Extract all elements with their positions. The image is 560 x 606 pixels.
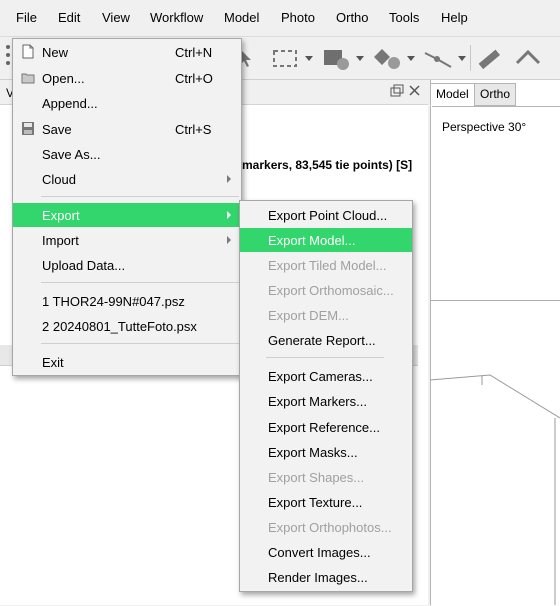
convert-images-label: Convert Images... bbox=[268, 545, 371, 560]
file-new-label: New bbox=[42, 45, 69, 60]
chevron-down-icon[interactable] bbox=[458, 56, 466, 61]
export-point-cloud[interactable]: Export Point Cloud... bbox=[240, 203, 412, 227]
file-save-as-label: Save As... bbox=[42, 147, 101, 162]
export-dem-label: Export DEM... bbox=[268, 308, 349, 323]
export-cameras-label: Export Cameras... bbox=[268, 369, 373, 384]
file-append[interactable]: Append... bbox=[13, 91, 241, 115]
tab-model[interactable]: Model bbox=[430, 83, 475, 106]
file-menu: New Ctrl+N Open... Ctrl+O Append... Save… bbox=[12, 38, 242, 376]
export-markers-label: Export Markers... bbox=[268, 394, 367, 409]
recent-file-2[interactable]: 2 20240801_TutteFoto.psx bbox=[13, 314, 241, 338]
export-reference[interactable]: Export Reference... bbox=[240, 415, 412, 439]
file-upload-label: Upload Data... bbox=[42, 258, 126, 273]
export-point-cloud-label: Export Point Cloud... bbox=[268, 208, 388, 223]
file-save-as[interactable]: Save As... bbox=[13, 142, 241, 166]
file-exit[interactable]: Exit bbox=[13, 350, 241, 374]
recent-file-2-label: 2 20240801_TutteFoto.psx bbox=[42, 319, 197, 334]
menu-separator bbox=[266, 357, 384, 358]
export-masks[interactable]: Export Masks... bbox=[240, 440, 412, 464]
ruler-line-icon[interactable] bbox=[423, 47, 453, 71]
file-append-label: Append... bbox=[42, 96, 98, 111]
convert-images[interactable]: Convert Images... bbox=[240, 540, 412, 564]
file-open-label: Open... bbox=[42, 71, 85, 86]
open-folder-icon bbox=[21, 73, 35, 84]
export-orthomosaic-label: Export Orthomosaic... bbox=[268, 283, 394, 298]
menu-model[interactable]: Model bbox=[224, 10, 259, 25]
export-shapes: Export Shapes... bbox=[240, 465, 412, 489]
export-masks-label: Export Masks... bbox=[268, 445, 358, 460]
file-import[interactable]: Import bbox=[13, 228, 241, 252]
file-cloud[interactable]: Cloud bbox=[13, 167, 241, 191]
render-images-label: Render Images... bbox=[268, 570, 368, 585]
chevron-down-icon[interactable] bbox=[407, 56, 415, 61]
menu-tools[interactable]: Tools bbox=[389, 10, 419, 25]
chevron-down-icon[interactable] bbox=[305, 56, 313, 61]
shape-draw-icon[interactable] bbox=[372, 47, 402, 71]
chevron-down-icon[interactable] bbox=[356, 56, 364, 61]
chunk-info: 4 markers, 83,545 tie points) [S] bbox=[232, 158, 413, 172]
projection-label: Perspective 30° bbox=[442, 120, 527, 134]
file-new-shortcut: Ctrl+N bbox=[175, 45, 213, 60]
export-dem: Export DEM... bbox=[240, 303, 412, 327]
export-submenu: Export Point Cloud... Export Model... Ex… bbox=[239, 200, 413, 592]
chevron-right-icon bbox=[227, 211, 231, 219]
export-tiled-model-label: Export Tiled Model... bbox=[268, 258, 387, 273]
file-save-shortcut: Ctrl+S bbox=[175, 122, 212, 137]
menu-separator bbox=[41, 343, 239, 344]
menu-photo[interactable]: Photo bbox=[281, 10, 315, 25]
menu-workflow[interactable]: Workflow bbox=[150, 10, 203, 25]
menu-view[interactable]: View bbox=[102, 10, 130, 25]
export-markers[interactable]: Export Markers... bbox=[240, 389, 412, 413]
menu-edit[interactable]: Edit bbox=[58, 10, 80, 25]
export-texture-label: Export Texture... bbox=[268, 495, 363, 510]
save-disk-icon bbox=[22, 122, 34, 135]
viewport-grid-lines bbox=[430, 374, 560, 605]
export-shapes-label: Export Shapes... bbox=[268, 470, 365, 485]
tab-ortho[interactable]: Ortho bbox=[474, 83, 517, 106]
recent-file-1-label: 1 THOR24-99N#047.psz bbox=[42, 294, 185, 309]
menu-ortho[interactable]: Ortho bbox=[336, 10, 369, 25]
render-images[interactable]: Render Images... bbox=[240, 565, 412, 589]
generate-report-label: Generate Report... bbox=[268, 333, 376, 348]
file-exit-label: Exit bbox=[42, 355, 64, 370]
file-upload-data[interactable]: Upload Data... bbox=[13, 253, 241, 277]
file-open-shortcut: Ctrl+O bbox=[175, 71, 213, 86]
rectangle-selection-icon[interactable] bbox=[272, 47, 298, 69]
file-save-label: Save bbox=[42, 122, 72, 137]
export-tiled-model: Export Tiled Model... bbox=[240, 253, 412, 277]
export-reference-label: Export Reference... bbox=[268, 420, 380, 435]
file-export-label: Export bbox=[42, 208, 80, 223]
chevron-up-icon[interactable] bbox=[514, 47, 542, 69]
toolbar-separator bbox=[470, 45, 471, 71]
menu-help[interactable]: Help bbox=[441, 10, 468, 25]
file-export[interactable]: Export bbox=[13, 203, 241, 227]
export-model[interactable]: Export Model... bbox=[240, 228, 412, 252]
export-texture[interactable]: Export Texture... bbox=[240, 490, 412, 514]
export-model-label: Export Model... bbox=[268, 233, 356, 248]
file-save[interactable]: Save Ctrl+S bbox=[13, 117, 241, 141]
recent-file-1[interactable]: 1 THOR24-99N#047.psz bbox=[13, 289, 241, 313]
export-cameras[interactable]: Export Cameras... bbox=[240, 364, 412, 388]
new-document-icon bbox=[22, 44, 34, 59]
export-orthomosaic: Export Orthomosaic... bbox=[240, 278, 412, 302]
free-form-selection-icon[interactable] bbox=[322, 47, 350, 71]
file-cloud-label: Cloud bbox=[42, 172, 76, 187]
file-import-label: Import bbox=[42, 233, 79, 248]
file-new[interactable]: New Ctrl+N bbox=[13, 40, 241, 64]
generate-report[interactable]: Generate Report... bbox=[240, 328, 412, 352]
export-orthophotos-label: Export Orthophotos... bbox=[268, 520, 392, 535]
panel-float-close-icons[interactable] bbox=[388, 83, 422, 99]
export-orthophotos: Export Orthophotos... bbox=[240, 515, 412, 539]
chevron-right-icon bbox=[227, 236, 231, 244]
toolbar-grip[interactable] bbox=[6, 45, 10, 69]
menu-file[interactable]: File bbox=[10, 4, 43, 31]
chevron-right-icon bbox=[227, 175, 231, 183]
file-open[interactable]: Open... Ctrl+O bbox=[13, 66, 241, 90]
menu-bar: File Edit View Workflow Model Photo Orth… bbox=[0, 0, 560, 37]
ruler-icon[interactable] bbox=[476, 47, 502, 71]
menu-separator bbox=[41, 196, 239, 197]
menu-separator bbox=[41, 282, 239, 283]
